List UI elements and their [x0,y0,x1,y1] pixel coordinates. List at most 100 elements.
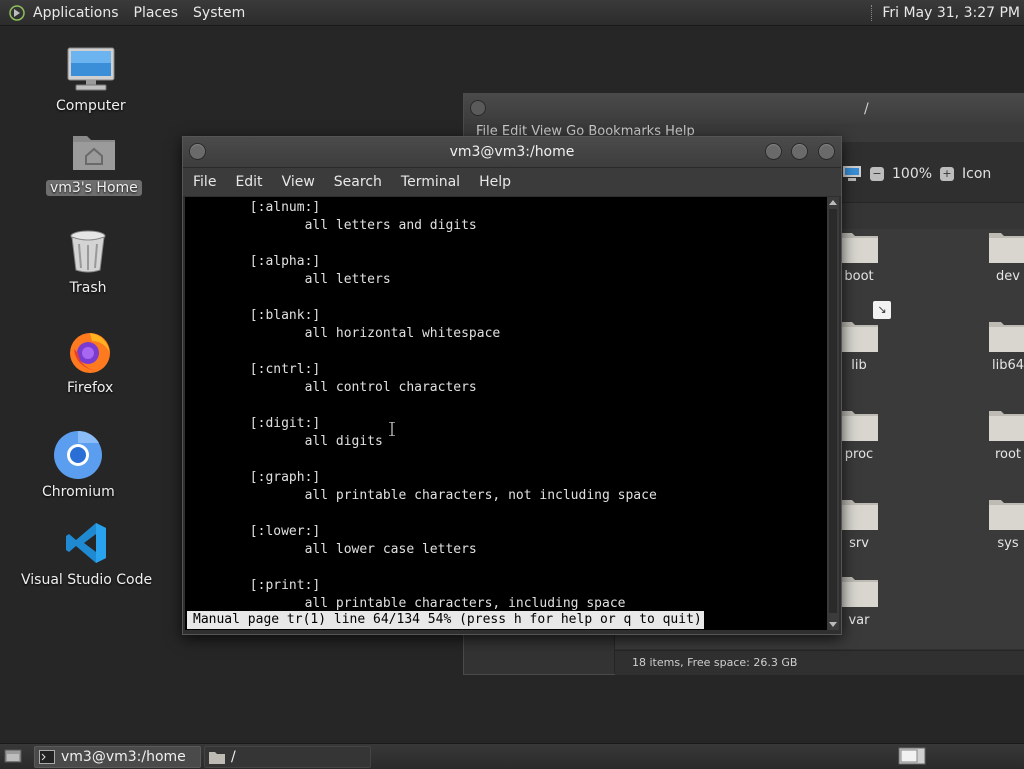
task-label: / [231,749,236,765]
terminal-line: all lower case letters [195,542,477,557]
terminal-line: all horizontal whitespace [195,326,501,341]
folder-root[interactable]: root [973,407,1024,462]
zoom-in-button[interactable]: + [940,167,955,181]
terminal-line: all digits [195,434,383,449]
folder-label: srv [849,536,869,551]
file-manager-title: / [864,101,869,117]
terminal-icon [39,750,55,764]
folder-icon [840,322,878,352]
task-label: vm3@vm3:/home [61,749,186,765]
terminal-line: [:alpha:] [195,254,321,269]
scrollbar-thumb[interactable] [829,209,837,613]
desktop-icon-label: Trash [69,280,107,296]
desktop-icon-label: Computer [56,98,126,114]
terminal-line: [:cntrl:] [195,362,321,377]
folder-label: var [848,613,870,628]
trash-icon [70,230,106,273]
terminal-line: [:blank:] [195,308,321,323]
minimize-button[interactable] [765,143,782,160]
terminal-line: [:alnum:] [195,200,321,215]
firefox-icon [70,333,111,373]
desktop-icon-firefox[interactable]: Firefox [63,326,117,396]
show-desktop-icon[interactable] [4,748,22,764]
scroll-down-arrow-icon[interactable] [829,622,837,627]
places-menu[interactable]: Places [134,5,179,21]
folder-label: sys [997,536,1019,551]
terminal-line: all letters and digits [195,218,477,233]
computer-location-icon[interactable] [842,165,862,183]
zoom-out-button[interactable]: − [870,167,884,181]
vscode-icon [65,523,106,563]
terminal-line: all printable characters, not including … [195,488,657,503]
maximize-button[interactable] [791,143,808,160]
terminal-line: all control characters [195,380,477,395]
desktop-icon-computer[interactable]: Computer [52,44,130,114]
close-button[interactable] [818,143,835,160]
bottom-panel: vm3@vm3:/home / [0,743,1024,769]
folder-dev[interactable]: dev [973,229,1024,284]
file-manager-statusbar: 18 items, Free space: 26.3 GB [615,650,1024,675]
top-panel: Applications Places System Fri May 31, 3… [0,0,1024,26]
menu-edit[interactable]: Edit [235,174,262,190]
applications-menu[interactable]: Applications [33,5,119,21]
status-text: 18 items, Free space: 26.3 GB [632,656,798,669]
folder-icon [989,233,1024,263]
scroll-up-arrow-icon[interactable] [829,200,837,205]
desktop-icon-chromium[interactable]: Chromium [38,430,119,500]
folder-sys[interactable]: sys [973,496,1024,551]
desktop-icon-trash[interactable]: Trash [63,226,113,296]
menu-file[interactable]: File [193,174,216,190]
menu-terminal[interactable]: Terminal [401,174,460,190]
desktop-icon-vscode[interactable]: Visual Studio Code [17,518,156,588]
folder-label: lib [851,358,867,373]
terminal-line: [:lower:] [195,524,321,539]
menu-search[interactable]: Search [334,174,382,190]
terminal-line: all letters [195,272,391,287]
desktop-icon-label: vm3's Home [46,180,142,196]
terminal-titlebar[interactable]: vm3@vm3:/home [183,137,841,168]
folder-lib64[interactable]: lib64 [973,318,1024,373]
terminal-line: [:print:] [195,578,321,593]
man-status-line: Manual page tr(1) line 64/134 54% (press… [187,611,704,629]
task-button-terminal[interactable]: vm3@vm3:/home [34,746,201,768]
mate-logo-icon[interactable] [9,4,25,21]
menu-view[interactable]: View [282,174,315,190]
file-manager-titlebar[interactable]: / [464,94,1024,124]
terminal-scrollbar[interactable] [827,197,839,630]
folder-label: dev [996,269,1020,284]
folder-icon [840,233,878,263]
terminal-title: vm3@vm3:/home [449,144,575,160]
desktop-icon-label: Visual Studio Code [21,572,153,588]
desktop-icon-home[interactable]: vm3's Home [46,126,142,196]
folder-label: boot [844,269,874,284]
task-button-file-manager[interactable]: / [204,746,371,768]
folder-label: proc [844,447,874,462]
folder-label: lib64 [991,358,1024,373]
terminal-window[interactable]: vm3@vm3:/home File Edit View Search Term… [182,136,842,635]
terminal-line: [:digit:] [195,416,321,431]
view-mode-select[interactable]: Icon [962,166,991,182]
menu-help[interactable]: Help [479,174,511,190]
folder-icon [989,322,1024,352]
chromium-icon [54,430,103,479]
system-menu[interactable]: System [193,5,245,21]
clock-area: Fri May 31, 3:27 PM [871,0,1024,25]
folder-icon [840,411,878,441]
computer-icon [67,47,115,91]
terminal-output[interactable]: [:alnum:] all letters and digits [:alpha… [185,197,827,630]
clock[interactable]: Fri May 31, 3:27 PM [882,5,1020,21]
symlink-emblem-icon: ↘ [873,301,891,319]
folder-icon [840,577,878,607]
folder-icon [840,500,878,530]
workspace-switcher-icon[interactable] [898,747,926,765]
folder-icon [989,411,1024,441]
folder-icon [209,752,225,764]
text-cursor-icon [389,422,395,436]
desktop-icon-label: Chromium [42,484,115,500]
window-menu-button[interactable] [470,100,486,116]
